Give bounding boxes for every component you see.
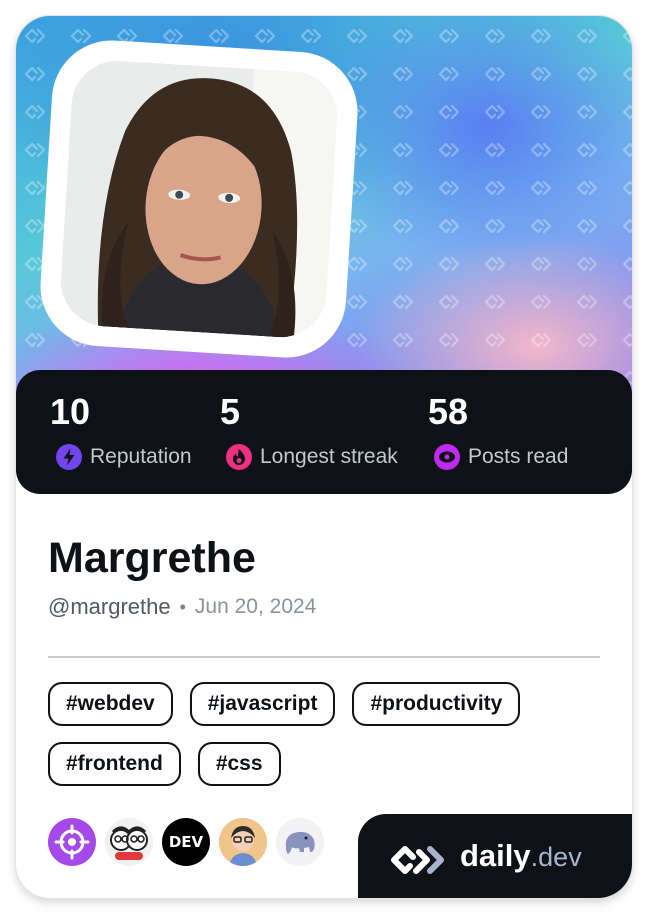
tag-row: #webdev #javascript #productivity	[48, 682, 608, 726]
target-icon[interactable]	[48, 818, 96, 866]
tag-webdev[interactable]: #webdev	[48, 682, 173, 726]
cartoon-faces-icon[interactable]	[105, 818, 153, 866]
profile-name: Margrethe	[48, 534, 256, 582]
stat-streak: 5 Longest streak	[220, 392, 398, 470]
divider	[48, 656, 600, 658]
source-list: DEV	[48, 818, 333, 866]
stat-value: 10	[50, 391, 91, 432]
profile-handle[interactable]: @margrethe	[48, 594, 171, 620]
profile-meta: @margrethe • Jun 20, 2024	[48, 594, 316, 620]
stat-posts-read: 58 Posts read	[428, 392, 568, 470]
tag-css[interactable]: #css	[197, 742, 281, 786]
brand-name: daily	[460, 838, 531, 873]
stat-label: Reputation	[90, 445, 192, 468]
stat-label: Longest streak	[260, 445, 398, 468]
eye-icon	[434, 444, 460, 470]
devcard: 10 Reputation 5 Longest streak 58 Posts …	[16, 16, 632, 898]
separator-dot: •	[179, 596, 186, 617]
cover-background	[16, 16, 632, 416]
stats-bar: 10 Reputation 5 Longest streak 58 Posts …	[16, 370, 632, 494]
daily-dev-wordmark: daily.dev	[460, 834, 582, 879]
tag-frontend[interactable]: #frontend	[48, 742, 181, 786]
stat-value: 5	[220, 391, 241, 432]
tag-productivity[interactable]: #productivity	[352, 682, 521, 726]
avatar[interactable]	[58, 58, 340, 340]
brand-tld: .dev	[530, 842, 582, 872]
tag-javascript[interactable]: #javascript	[189, 682, 336, 726]
stat-reputation: 10 Reputation	[50, 392, 192, 470]
dev-logo[interactable]: DEV	[162, 818, 210, 866]
tag-list: #webdev #javascript #productivity #front…	[48, 682, 608, 802]
avatar-glasses-icon[interactable]	[219, 818, 267, 866]
flame-icon	[226, 444, 252, 470]
stat-value: 58	[428, 391, 469, 432]
joined-date: Jun 20, 2024	[194, 595, 317, 618]
bolt-icon	[56, 444, 82, 470]
daily-dev-logo-icon	[391, 846, 444, 874]
stat-label: Posts read	[468, 445, 569, 468]
elephant-icon[interactable]	[276, 818, 324, 866]
avatar-frame	[36, 36, 362, 362]
tag-row: #frontend #css	[48, 742, 608, 786]
dev-logo-text: DEV	[168, 833, 204, 851]
daily-dev-branding: daily.dev	[358, 814, 632, 898]
